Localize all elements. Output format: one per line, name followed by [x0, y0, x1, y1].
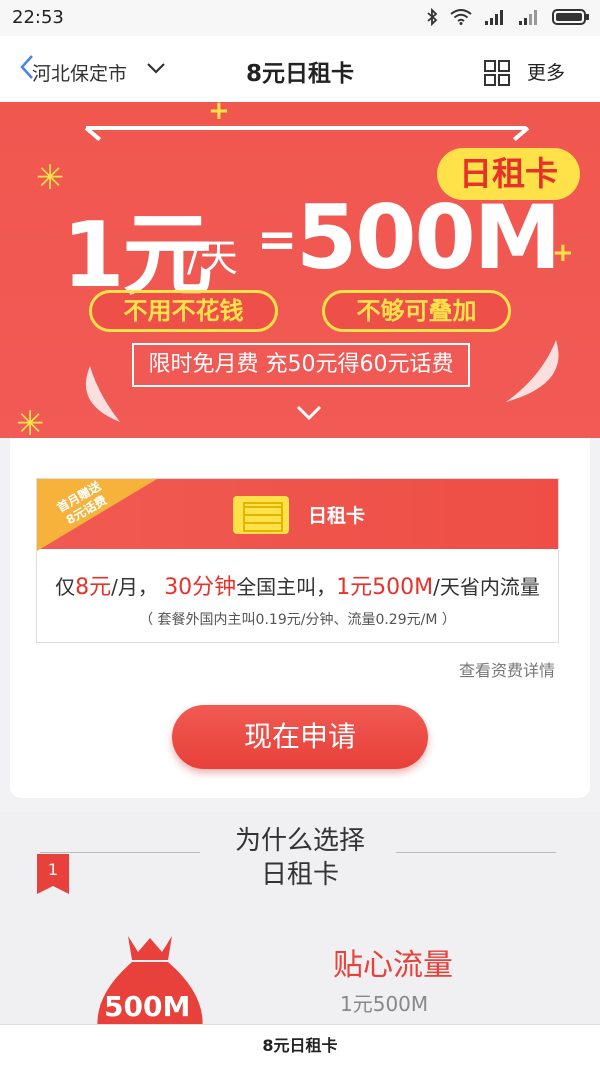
scroll-down-chevron-icon[interactable] — [295, 404, 323, 426]
banner-frame-line — [86, 126, 526, 130]
bluetooth-icon — [426, 7, 438, 30]
why-title-line2: 日租卡 — [260, 860, 339, 890]
bag-label: 500M — [104, 990, 191, 1023]
paper-curl-decoration — [85, 366, 120, 422]
plan-card: 首月赠送 8元话费 日租卡 仅8元/月， 30分钟全国主叫，1元500M/天省内… — [36, 478, 559, 643]
promo-banner: + + ✳ ✳ 日租卡 1元 /天 = 500M 不用不花钱 不够可叠加 限时免… — [0, 102, 600, 438]
more-button[interactable]: 更多 — [527, 58, 565, 85]
feature-subtitle: 1元500M — [340, 992, 429, 1016]
sparkle-icon: ✳ — [36, 158, 65, 198]
nav-bar: 河北保定市 8元日租卡 更多 — [0, 36, 600, 102]
plus-decoration: + — [208, 102, 230, 126]
grid-menu-icon[interactable] — [484, 60, 510, 86]
plan-description: 仅8元/月， 30分钟全国主叫，1元500M/天省内流量 — [37, 569, 558, 601]
page-title: 8元日租卡 — [245, 61, 354, 87]
bottom-title-bar: 8元日租卡 — [0, 1024, 600, 1066]
status-time: 22:53 — [12, 7, 64, 28]
wifi-icon — [450, 9, 472, 29]
promo-text-box: 限时免月费 充50元得60元话费 — [132, 343, 470, 387]
desc-call: 全国主叫， — [236, 575, 337, 599]
signal-icon-2 — [518, 9, 540, 29]
feature-pill-stackable: 不够可叠加 — [322, 290, 511, 332]
battery-icon — [552, 8, 590, 30]
feature-title: 贴心流量 — [333, 948, 453, 983]
why-title: 为什么选择 日租卡 — [0, 824, 600, 892]
sparkle-icon: ✳ — [16, 404, 45, 438]
desc-minutes: 30分钟 — [164, 575, 237, 600]
per-day-label: /天 — [187, 236, 238, 280]
equals-sign: = — [257, 212, 298, 268]
desc-flow: /天省内流量 — [433, 575, 540, 599]
desc-month: /月， — [111, 575, 158, 599]
why-section: 为什么选择 日租卡 1 500M 贴心流量 1元500M — [0, 812, 600, 1024]
sim-card-icon — [233, 496, 289, 534]
status-icons — [426, 7, 590, 30]
feature-pill-no-use-no-cost: 不用不花钱 — [89, 290, 278, 332]
apply-now-button[interactable]: 现在申请 — [172, 705, 428, 769]
desc-daily-data: 1元500M — [336, 575, 434, 600]
data-amount-headline: 500M — [296, 186, 561, 289]
status-bar: 22:53 — [0, 0, 600, 36]
plan-card-header: 首月赠送 8元话费 日租卡 — [37, 479, 558, 551]
plan-name: 日租卡 — [308, 505, 366, 527]
why-title-line1: 为什么选择 — [234, 826, 365, 856]
desc-price: 8元 — [75, 575, 112, 600]
desc-prefix: 仅 — [55, 575, 76, 599]
plan-overage-note: （ 套餐外国内主叫0.19元/分钟、流量0.29元/M ） — [139, 612, 456, 628]
signal-icon — [484, 9, 506, 29]
fee-details-link[interactable]: 查看资费详情 — [459, 657, 555, 681]
paper-curl-decoration-2 — [506, 340, 559, 402]
